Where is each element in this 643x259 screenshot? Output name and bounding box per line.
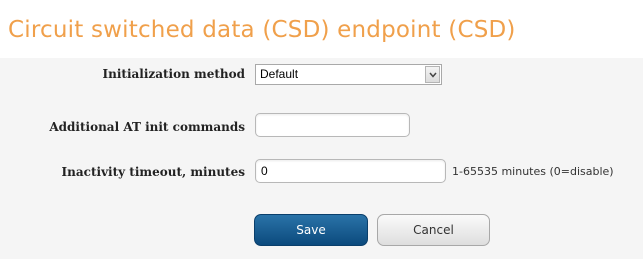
chevron-down-icon [429,72,437,78]
inactivity-timeout-hint: 1-65535 minutes (0=disable) [452,165,614,178]
init-method-selected-value: Default [260,67,299,81]
page-title: Circuit switched data (CSD) endpoint (CS… [8,17,516,43]
cancel-button[interactable]: Cancel [377,214,490,246]
save-button[interactable]: Save [254,214,368,246]
at-init-commands-input[interactable] [255,113,410,137]
select-dropdown-button[interactable] [425,66,440,83]
init-method-select[interactable]: Default [255,64,442,85]
init-method-label: Initialization method [102,67,245,81]
header-band: Circuit switched data (CSD) endpoint (CS… [0,0,643,58]
inactivity-timeout-label: Inactivity timeout, minutes [61,165,245,179]
inactivity-timeout-input[interactable] [255,159,446,183]
at-init-commands-label: Additional AT init commands [49,120,245,134]
